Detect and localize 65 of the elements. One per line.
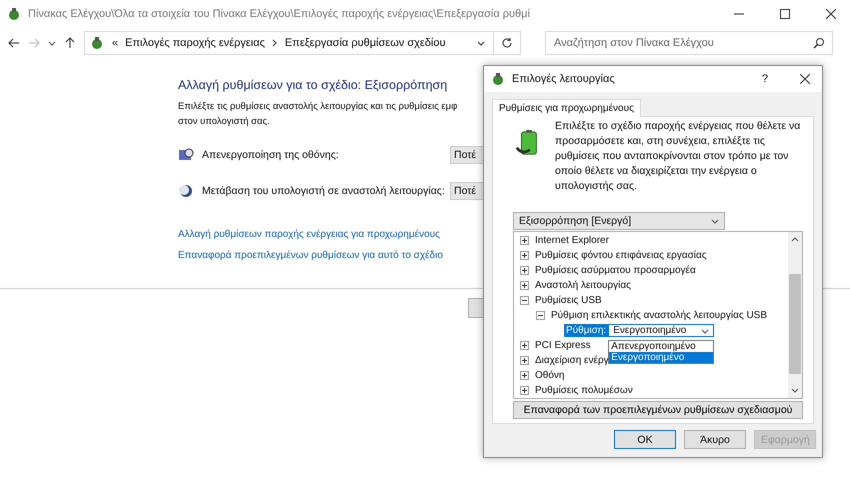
power-options-icon xyxy=(490,71,506,87)
scroll-down-icon[interactable] xyxy=(791,386,799,394)
setting-label: Ρύθμιση: xyxy=(564,324,608,337)
tree-item[interactable]: Αναστολή λειτουργίας xyxy=(535,280,631,291)
dropdown-caret-icon[interactable] xyxy=(477,39,485,47)
tab[interactable]: Ρυθμίσεις για προχωρημένους xyxy=(492,99,641,117)
description: Επιλέξτε τις ρυθμίσεις αναστολής λειτουργίας και τις ρυθμίσεις εμφ στον υπολογιστή σας. xyxy=(178,100,458,129)
expand-icon[interactable] xyxy=(520,386,529,395)
tree-item[interactable]: Διαχείριση ενέργ xyxy=(535,355,609,366)
refresh-button[interactable] xyxy=(493,31,521,55)
power-options-icon xyxy=(6,6,22,22)
page-heading: Αλλαγή ρυθμίσεων για το σχέδιο: Εξισορρόπηση xyxy=(178,78,448,92)
dialog-button[interactable]: OK xyxy=(614,430,676,449)
expand-icon[interactable] xyxy=(520,266,529,275)
expand-icon[interactable] xyxy=(520,236,529,245)
collapse-icon[interactable] xyxy=(536,311,545,320)
scroll-up-icon[interactable] xyxy=(791,236,799,244)
search-icon[interactable] xyxy=(813,37,825,49)
caret-icon xyxy=(701,326,710,334)
moon-icon xyxy=(178,183,194,199)
monitor-clock-icon xyxy=(178,147,194,163)
expand-icon[interactable] xyxy=(520,356,529,365)
dropdown-option[interactable]: Ενεργοποιημένο xyxy=(609,352,714,363)
up-arrow-icon[interactable] xyxy=(64,37,76,49)
tree-item[interactable]: Ρυθμίσεις πολυμέσων xyxy=(535,385,633,396)
help-button[interactable]: ? xyxy=(762,73,768,85)
dropdown-option[interactable]: Απενεργοποιημένο xyxy=(609,341,714,352)
expand-icon[interactable] xyxy=(520,341,529,350)
dialog-title: Επιλογές λειτουργίας xyxy=(512,73,616,85)
collapse-icon[interactable] xyxy=(520,296,529,305)
close-icon[interactable] xyxy=(800,74,810,84)
link[interactable]: Αλλαγή ρυθμίσεων παροχής ενέργειας για προχωρημένους xyxy=(178,229,440,240)
tree-item[interactable]: Ρυθμίσεις ασύρματου προσαρμογέα xyxy=(535,265,696,276)
intro-text: Επιλέξτε το σχέδιο παροχής ενέργειας που θέλετε να προσαρμόσετε και, στη συνέχεια, επιλέξτε τις ρυθμίσεις που ανταποκρίνονται στον τρόπο με τον οποίο θέλετε να διαχειρίζεται την ενέργεια ο υπολογιστής σας. xyxy=(555,119,802,194)
dialog-button[interactable]: Άκυρο xyxy=(684,430,746,449)
plan-dropdown[interactable]: Εξισορρόπηση [Ενεργό] xyxy=(513,212,725,230)
scrollbar-thumb[interactable] xyxy=(789,274,801,374)
link[interactable]: Επαναφορά προεπιλεγμένων ρυθμίσεων για αυτό το σχέδιο xyxy=(178,250,443,261)
tree-item[interactable]: Internet Explorer xyxy=(535,235,609,246)
breadcrumb[interactable]: Επιλογές παροχής ενέργειας xyxy=(125,37,265,49)
address-bar[interactable]: « Επιλογές παροχής ενέργειας Επεξεργασία ρυθμίσεων σχεδίου xyxy=(84,31,494,55)
tree-item[interactable]: Ρυθμίσεις USB xyxy=(535,295,602,306)
back-arrow-icon[interactable] xyxy=(8,37,20,49)
tree-item[interactable]: Ρυθμίσεις φόντου επιφάνειας εργασίας xyxy=(535,250,707,261)
window-title: Πίνακας Ελέγχου\Όλα τα στοιχεία του Πίνακα Ελέγχου\Επιλογές παροχής ενέργειας\Επεξεργασία ρυθμί xyxy=(28,8,530,20)
maximize-icon[interactable] xyxy=(780,9,790,19)
recent-caret-icon[interactable] xyxy=(48,39,56,47)
close-icon[interactable] xyxy=(826,9,836,19)
refresh-icon xyxy=(501,37,513,49)
expand-icon[interactable] xyxy=(520,371,529,380)
caret-icon xyxy=(711,217,719,225)
restore-defaults-button[interactable]: Επαναφορά των προεπιλεγμένων ρυθμίσεων σχεδιασμού xyxy=(513,401,803,419)
breadcrumb[interactable]: Επεξεργασία ρυθμίσεων σχεδίου xyxy=(284,37,446,49)
breadcrumb-overflow[interactable]: « xyxy=(112,37,118,49)
tree-item[interactable]: PCI Express xyxy=(535,340,591,351)
chevron-icon xyxy=(272,39,278,47)
expand-icon[interactable] xyxy=(520,281,529,290)
search-field[interactable]: Αναζήτηση στον Πίνακα Ελέγχου xyxy=(545,31,833,55)
setting-label: Μετάβαση του υπολογιστή σε αναστολή λειτουργίας: xyxy=(202,185,442,197)
expand-icon[interactable] xyxy=(520,251,529,260)
power-options-icon xyxy=(89,35,105,51)
setting-label: Απενεργοποίηση της οθόνης: xyxy=(202,149,340,161)
scrollbar[interactable] xyxy=(788,232,802,398)
tree-item[interactable]: Ρύθμιση επιλεκτικής αναστολής λειτουργίας USB xyxy=(551,310,768,321)
tree-item[interactable]: Οθόνη xyxy=(535,370,564,381)
